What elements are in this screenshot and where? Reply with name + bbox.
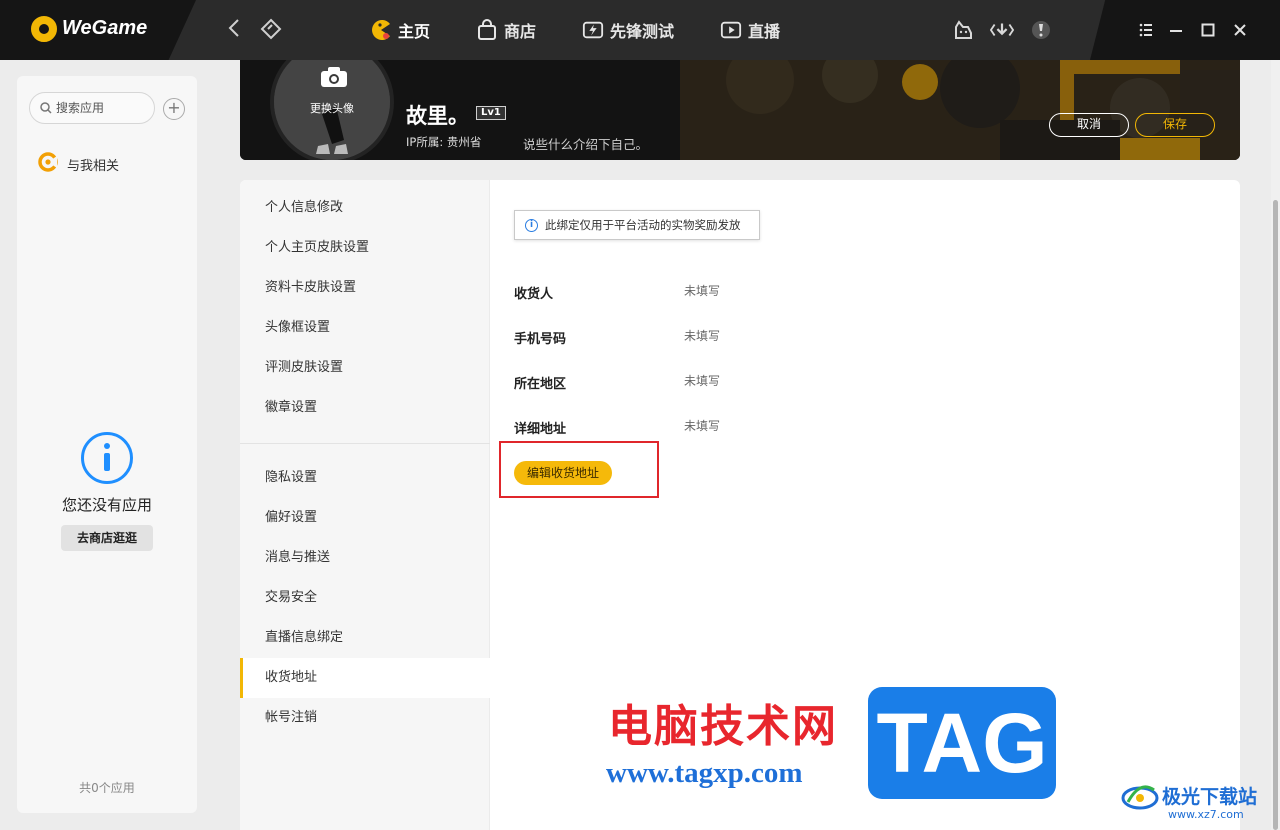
menu-item-privacy[interactable]: 隐私设置 <box>240 458 490 498</box>
top-bar: WeGame 主页 商店 先锋测试 直播 <box>0 0 1280 60</box>
settings-menu: 个人信息修改 个人主页皮肤设置 资料卡皮肤设置 头像框设置 评测皮肤设置 徽章设… <box>240 180 490 830</box>
menu-item-homepage-skin[interactable]: 个人主页皮肤设置 <box>240 228 490 268</box>
maximize-icon[interactable] <box>1196 18 1220 42</box>
watermark-xz7-name: 极光下载站 <box>1162 785 1258 808</box>
menu-item-trade-security[interactable]: 交易安全 <box>240 578 490 618</box>
watermark-xz7: 极光下载站 <box>1120 778 1257 812</box>
avatar[interactable]: 更换头像 <box>270 60 394 160</box>
lightning-ticket-icon <box>582 19 604 41</box>
menu-item-badge[interactable]: 徽章设置 <box>240 388 490 428</box>
play-icon <box>720 19 742 41</box>
wegame-logo-icon <box>31 16 57 42</box>
binding-notice: i 此绑定仅用于平台活动的实物奖励发放 <box>514 210 760 240</box>
menu-item-shipping-address[interactable]: 收货地址 <box>240 658 490 698</box>
tab-pioneer-test[interactable]: 先锋测试 <box>582 0 674 60</box>
shopping-bag-icon <box>476 19 498 41</box>
sidebar-item-related[interactable]: 与我相关 <box>37 151 119 177</box>
menu-item-review-skin[interactable]: 评测皮肤设置 <box>240 348 490 388</box>
tab-store[interactable]: 商店 <box>476 0 536 60</box>
menu-icon[interactable] <box>1134 18 1158 42</box>
search-box[interactable] <box>29 92 155 124</box>
menu-item-account-cancel[interactable]: 帐号注销 <box>240 698 490 738</box>
recipient-value: 未填写 <box>684 284 721 298</box>
binding-notice-text: 此绑定仅用于平台活动的实物奖励发放 <box>545 218 741 232</box>
menu-item-card-skin[interactable]: 资料卡皮肤设置 <box>240 268 490 308</box>
tab-store-label: 商店 <box>504 22 537 41</box>
cat-helper-icon[interactable] <box>951 18 975 42</box>
info-icon <box>81 432 133 484</box>
refresh-diamond-icon[interactable] <box>259 18 283 42</box>
phone-label: 手机号码 <box>514 332 567 347</box>
app-logo-text: WeGame <box>62 17 148 39</box>
goto-store-button[interactable]: 去商店逛逛 <box>61 525 153 551</box>
search-input[interactable] <box>56 101 146 115</box>
menu-item-profile-edit[interactable]: 个人信息修改 <box>240 188 490 228</box>
change-avatar-label: 更换头像 <box>310 102 354 115</box>
recipient-label: 收货人 <box>514 287 554 302</box>
menu-item-preferences[interactable]: 偏好设置 <box>240 498 490 538</box>
download-icon[interactable] <box>990 18 1014 42</box>
app-count-text: 共0个应用 <box>79 781 135 795</box>
camera-icon <box>321 67 347 87</box>
scrollbar-thumb[interactable] <box>1273 200 1278 830</box>
tab-home[interactable]: 主页 <box>370 0 430 60</box>
related-icon <box>37 151 59 177</box>
highlight-annotation-box <box>499 441 659 498</box>
tab-live[interactable]: 直播 <box>720 0 780 60</box>
add-app-button[interactable]: + <box>163 98 185 120</box>
back-arrow-icon[interactable] <box>222 18 246 42</box>
region-label: 所在地区 <box>514 377 567 392</box>
region-value: 未填写 <box>684 374 721 388</box>
phone-value: 未填写 <box>684 329 721 343</box>
sidebar-item-related-label: 与我相关 <box>67 158 120 174</box>
search-icon <box>40 99 52 118</box>
menu-item-notifications[interactable]: 消息与推送 <box>240 538 490 578</box>
menu-item-live-binding[interactable]: 直播信息绑定 <box>240 618 490 658</box>
bio-input[interactable]: 说些什么介绍下自己。 <box>523 134 648 153</box>
cancel-button[interactable]: 取消 <box>1049 113 1129 137</box>
detail-address-label: 详细地址 <box>514 422 567 437</box>
watermark-site-url: www.tagxp.com <box>606 757 803 789</box>
empty-apps-text: 您还没有应用 <box>61 496 152 514</box>
level-badge: Lv1 <box>476 106 506 120</box>
minimize-icon[interactable] <box>1164 18 1188 42</box>
menu-divider <box>240 443 490 444</box>
tab-live-label: 直播 <box>748 22 781 41</box>
detail-address-value: 未填写 <box>684 419 721 433</box>
watermark-xz7-url: www.xz7.com <box>1168 808 1244 821</box>
aurora-logo-icon <box>1121 785 1159 810</box>
watermark-tag-logo: TAG <box>868 687 1056 799</box>
page-scrollbar[interactable] <box>1271 60 1280 830</box>
user-name: 故里。 <box>406 104 469 128</box>
user-avatar-icon[interactable] <box>1029 18 1053 42</box>
menu-item-avatar-frame[interactable]: 头像框设置 <box>240 308 490 348</box>
info-icon: i <box>525 218 538 232</box>
tab-home-label: 主页 <box>398 22 431 41</box>
profile-banner: 更换头像 故里。 Lv1 IP所属: 贵州省 说些什么介绍下自己。 取消 保存 <box>240 60 1240 160</box>
close-icon[interactable] <box>1228 18 1252 42</box>
ip-location: IP所属: 贵州省 <box>406 135 482 149</box>
app-sidebar: + 与我相关 您还没有应用 去商店逛逛 共0个应用 <box>17 76 197 813</box>
pacman-icon <box>370 19 392 41</box>
watermark-site-name: 电脑技术网 <box>608 701 838 752</box>
main-nav-tabs: 主页 商店 先锋测试 直播 <box>370 0 826 60</box>
tab-pioneer-label: 先锋测试 <box>610 22 675 41</box>
save-button[interactable]: 保存 <box>1135 113 1215 137</box>
